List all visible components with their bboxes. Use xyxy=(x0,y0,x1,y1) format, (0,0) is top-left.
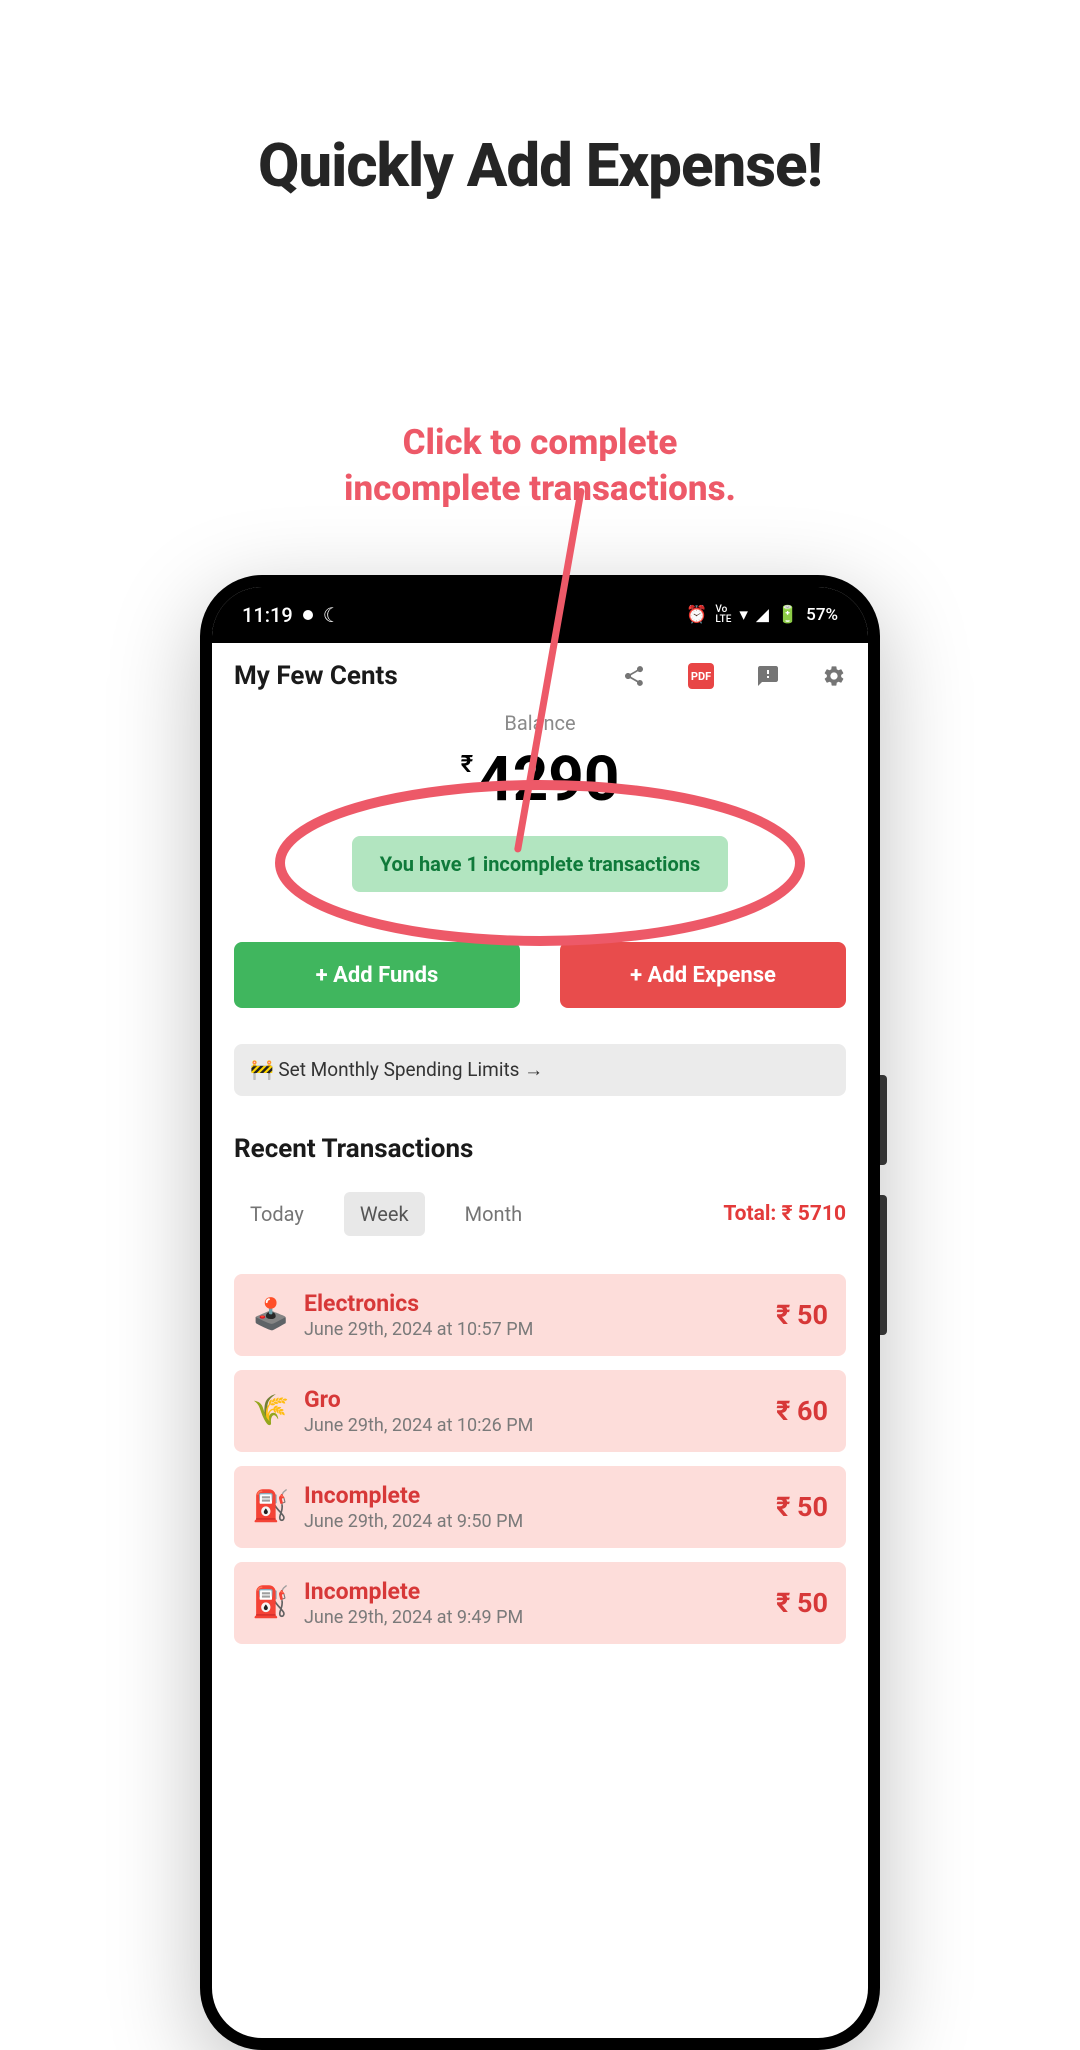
recent-transactions-title: Recent Transactions xyxy=(212,1096,868,1164)
balance-value: 4290 xyxy=(477,743,619,816)
transaction-item[interactable]: ⛽ Incomplete June 29th, 2024 at 9:50 PM … xyxy=(234,1466,846,1548)
status-time: 11:19 xyxy=(242,603,293,627)
fuel-pump-icon: ⛽ xyxy=(252,1585,288,1621)
filter-total: Total: ₹ 5710 xyxy=(723,1202,846,1226)
fuel-pump-icon: ⛽ xyxy=(252,1489,288,1525)
transaction-time: June 29th, 2024 at 9:49 PM xyxy=(304,1607,760,1628)
share-icon[interactable] xyxy=(622,664,646,688)
transaction-title: Incomplete xyxy=(304,1482,760,1509)
phone-notch xyxy=(529,593,551,615)
transaction-time: June 29th, 2024 at 10:57 PM xyxy=(304,1319,760,1340)
battery-icon: 🔋 xyxy=(777,605,798,625)
pdf-icon[interactable]: PDF xyxy=(688,663,714,689)
transaction-amount: ₹ 50 xyxy=(776,1491,828,1523)
joystick-icon: 🕹️ xyxy=(252,1297,288,1333)
promo-callout: Click to complete incomplete transaction… xyxy=(0,420,1080,511)
transaction-list: 🕹️ Electronics June 29th, 2024 at 10:57 … xyxy=(212,1236,868,1644)
dnd-icon: ☾ xyxy=(323,603,341,627)
transaction-time: June 29th, 2024 at 9:50 PM xyxy=(304,1511,760,1532)
gear-icon[interactable] xyxy=(822,664,846,688)
transaction-time: June 29th, 2024 at 10:26 PM xyxy=(304,1415,760,1436)
phone-frame: 11:19 ☾ ⏰ VoLTE ▾ ◢ 🔋 57% My Few Cents P… xyxy=(200,575,880,2050)
grain-icon: 🌾 xyxy=(252,1393,288,1429)
filter-row: Today Week Month Total: ₹ 5710 xyxy=(212,1164,868,1236)
feedback-icon[interactable] xyxy=(756,664,780,688)
phone-side-button xyxy=(880,1195,887,1335)
transaction-title: Electronics xyxy=(304,1290,760,1317)
filter-today[interactable]: Today xyxy=(234,1192,320,1236)
app-title: My Few Cents xyxy=(234,661,398,691)
transaction-title: Gro xyxy=(304,1386,760,1413)
transaction-amount: ₹ 60 xyxy=(776,1395,828,1427)
add-expense-button[interactable]: + Add Expense xyxy=(560,942,846,1008)
transaction-item[interactable]: ⛽ Incomplete June 29th, 2024 at 9:49 PM … xyxy=(234,1562,846,1644)
battery-percent: 57% xyxy=(806,605,838,625)
wifi-icon: ▾ xyxy=(739,605,748,625)
status-dot-icon xyxy=(303,610,313,620)
volte-icon: VoLTE xyxy=(715,605,731,625)
transaction-item[interactable]: 🌾 Gro June 29th, 2024 at 10:26 PM ₹ 60 xyxy=(234,1370,846,1452)
set-limits-bar[interactable]: 🚧 Set Monthly Spending Limits → xyxy=(234,1044,846,1096)
filter-week[interactable]: Week xyxy=(344,1192,425,1236)
signal-icon: ◢ xyxy=(756,605,769,625)
promo-title: Quickly Add Expense! xyxy=(0,130,1080,201)
transaction-amount: ₹ 50 xyxy=(776,1299,828,1331)
transaction-item[interactable]: 🕹️ Electronics June 29th, 2024 at 10:57 … xyxy=(234,1274,846,1356)
phone-screen: 11:19 ☾ ⏰ VoLTE ▾ ◢ 🔋 57% My Few Cents P… xyxy=(212,587,868,2038)
transaction-amount: ₹ 50 xyxy=(776,1587,828,1619)
currency-symbol: ₹ xyxy=(461,750,474,778)
transaction-title: Incomplete xyxy=(304,1578,760,1605)
callout-line2: incomplete transactions. xyxy=(344,468,736,509)
balance-amount: ₹4290 xyxy=(234,743,846,816)
callout-line1: Click to complete xyxy=(403,422,678,463)
alarm-icon: ⏰ xyxy=(686,605,707,625)
incomplete-transactions-chip[interactable]: You have 1 incomplete transactions xyxy=(352,836,729,892)
add-funds-button[interactable]: + Add Funds xyxy=(234,942,520,1008)
action-buttons-row: + Add Funds + Add Expense xyxy=(212,892,868,1008)
filter-month[interactable]: Month xyxy=(449,1192,538,1236)
